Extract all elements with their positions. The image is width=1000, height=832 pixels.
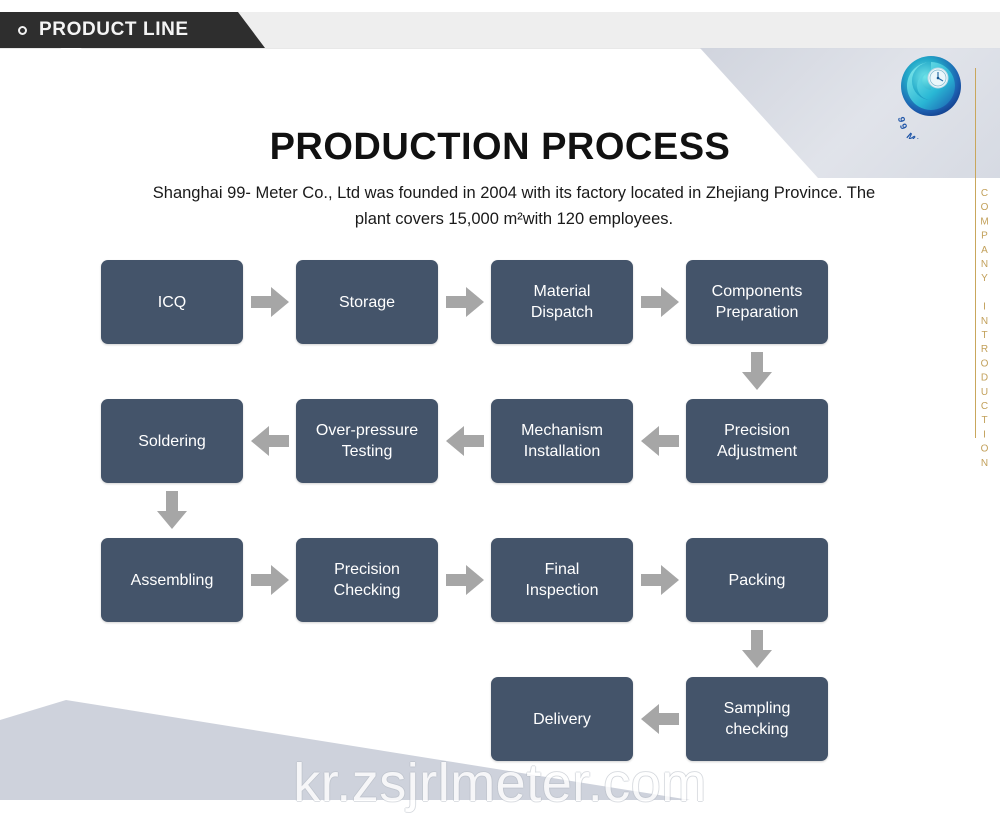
flow-node-packing[interactable]: Packing	[686, 538, 828, 622]
arrow-components-preparation-to-precision-adjustment	[742, 352, 772, 390]
page-subtitle: Shanghai 99- Meter Co., Ltd was founded …	[152, 184, 876, 228]
flow-node-final-inspection[interactable]: Final Inspection	[491, 538, 633, 622]
arrow-precision-adjustment-to-mechanism-installation	[641, 426, 679, 456]
flow-node-precision-adjustment[interactable]: Precision Adjustment	[686, 399, 828, 483]
arrow-soldering-to-assembling	[157, 491, 187, 529]
header-notch-marker	[60, 48, 82, 55]
circle-outline-icon	[18, 25, 27, 35]
flow-node-precision-checking[interactable]: Precision Checking	[296, 538, 438, 622]
company-introduction-vertical-label: COMPANY INTRODUCTION	[979, 188, 990, 472]
arrow-mechanism-installation-to-over-pressure-testing	[446, 426, 484, 456]
arrow-packing-to-sampling-checking	[742, 630, 772, 668]
header-tab-product-line[interactable]: PRODUCT LINE	[0, 12, 265, 48]
arrow-storage-to-material-dispatch	[446, 287, 484, 317]
arrow-sampling-checking-to-delivery	[641, 704, 679, 734]
flow-node-assembling[interactable]: Assembling	[101, 538, 243, 622]
flow-node-components-preparation[interactable]: Components Preparation	[686, 260, 828, 344]
flow-node-sampling-checking[interactable]: Sampling checking	[686, 677, 828, 761]
page-title: PRODUCTION PROCESS	[269, 126, 731, 168]
flow-node-soldering[interactable]: Soldering	[101, 399, 243, 483]
arrow-over-pressure-testing-to-soldering	[251, 426, 289, 456]
flow-node-icq[interactable]: ICQ	[101, 260, 243, 344]
arrow-icq-to-storage	[251, 287, 289, 317]
arrow-final-inspection-to-packing	[641, 565, 679, 595]
flow-node-storage[interactable]: Storage	[296, 260, 438, 344]
header-tab-label: PRODUCT LINE	[39, 19, 189, 40]
arrow-material-dispatch-to-components-preparation	[641, 287, 679, 317]
flow-node-delivery[interactable]: Delivery	[491, 677, 633, 761]
flow-node-mechanism-installation[interactable]: Mechanism Installation	[491, 399, 633, 483]
slide-canvas: PRODUCT LINE 99 M COMPANY INTRODUCTION P…	[0, 0, 1000, 832]
flow-node-material-dispatch[interactable]: Material Dispatch	[491, 260, 633, 344]
arrow-assembling-to-precision-checking	[251, 565, 289, 595]
flow-node-over-pressure-testing[interactable]: Over-pressure Testing	[296, 399, 438, 483]
arrow-precision-checking-to-final-inspection	[446, 565, 484, 595]
